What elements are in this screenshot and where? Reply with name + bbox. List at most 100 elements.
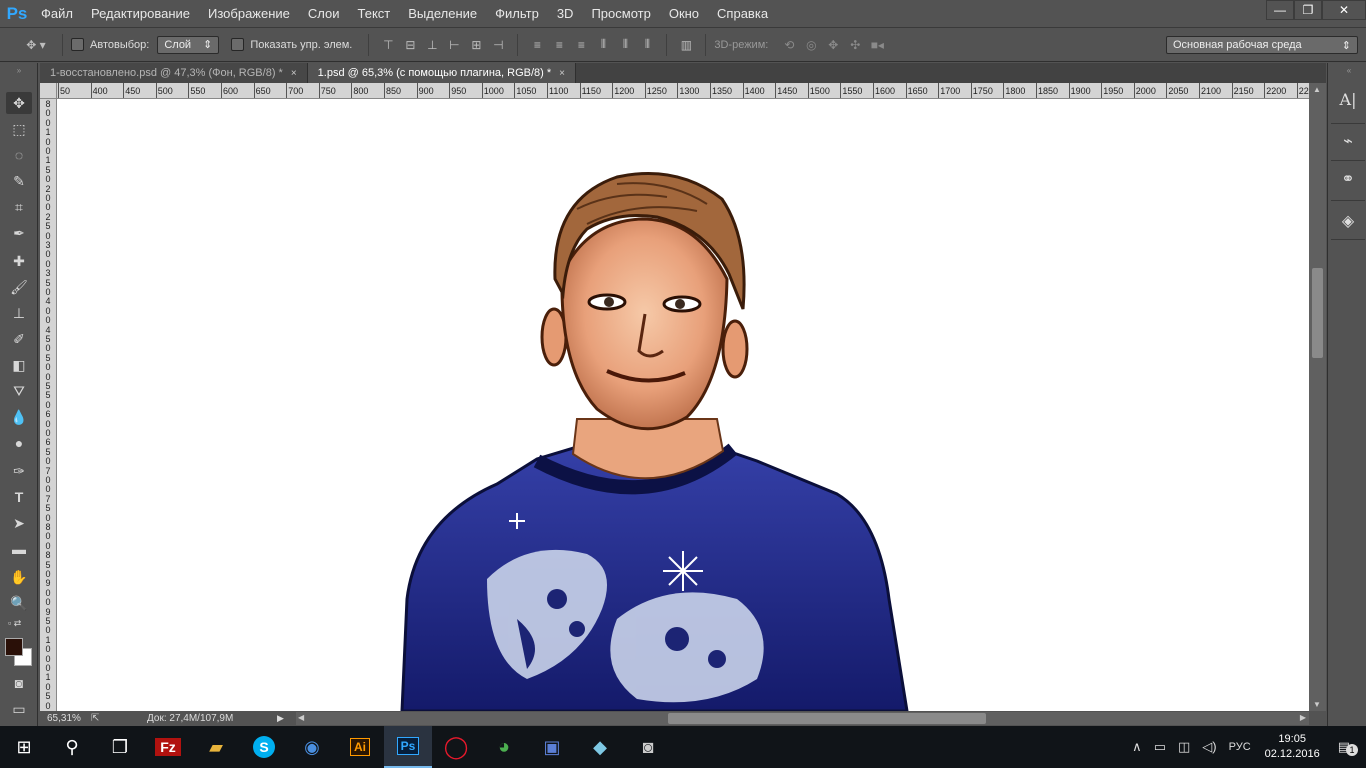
menu-window[interactable]: Окно — [660, 0, 708, 28]
network-icon[interactable]: ◫ — [1178, 739, 1190, 755]
close-tab-icon[interactable]: × — [291, 68, 297, 79]
chrome-icon[interactable]: ◕ — [480, 726, 528, 768]
illustrator-icon[interactable]: Ai — [336, 726, 384, 768]
healing-tool-icon[interactable]: ✚ — [6, 250, 32, 272]
expand-panels-icon[interactable]: « — [1336, 66, 1362, 75]
firefox-icon[interactable]: ◉ — [288, 726, 336, 768]
menu-help[interactable]: Справка — [708, 0, 777, 28]
show-transform-checkbox[interactable] — [231, 38, 245, 51]
channels-panel-icon[interactable]: ⚭ — [1334, 165, 1362, 193]
menu-filter[interactable]: Фильтр — [486, 0, 548, 28]
layers-panel-icon[interactable]: ◈ — [1334, 207, 1362, 235]
crop-tool-icon[interactable]: ⌗ — [6, 196, 32, 218]
bucket-tool-icon[interactable]: ⛛ — [6, 380, 32, 402]
menu-view[interactable]: Просмотр — [582, 0, 659, 28]
quick-select-tool-icon[interactable]: ✎ — [6, 170, 32, 192]
align-bottom-icon[interactable]: ⊥ — [421, 35, 443, 55]
notifications-icon[interactable]: ▤ 1 — [1338, 739, 1358, 756]
align-right-icon[interactable]: ⊣ — [487, 35, 509, 55]
volume-icon[interactable]: ◁) — [1202, 739, 1216, 755]
collapse-icon[interactable]: » — [6, 66, 32, 75]
eyedropper-tool-icon[interactable]: ✒ — [6, 222, 32, 244]
horizontal-ruler[interactable]: 50 400 450 500 550 600 650 700 750 800 850 900 950 10… — [57, 83, 1311, 99]
paths-panel-icon[interactable]: ⌁ — [1334, 127, 1362, 155]
vertical-scrollbar[interactable]: ▲ ▼ — [1309, 83, 1326, 711]
search-icon[interactable]: ⚲ — [48, 726, 96, 768]
auto-align-icon[interactable]: ▥ — [675, 35, 697, 55]
language-indicator[interactable]: РУС — [1229, 741, 1251, 753]
rotate-3d-icon[interactable]: ⟲ — [778, 35, 800, 55]
document-canvas[interactable] — [57, 99, 1309, 711]
scroll-right-icon[interactable]: ▶ — [1300, 713, 1306, 722]
save-disk-icon[interactable]: ▣ — [528, 726, 576, 768]
eraser-tool-icon[interactable]: ◧ — [6, 354, 32, 376]
align-hcenter-icon[interactable]: ⊞ — [465, 35, 487, 55]
distribute-left-icon[interactable]: ⫴ — [592, 35, 614, 55]
dodge-tool-icon[interactable]: ● — [6, 432, 32, 454]
blur-tool-icon[interactable]: 💧 — [6, 406, 32, 428]
slide-3d-icon[interactable]: ✣ — [844, 35, 866, 55]
minimize-button[interactable]: — — [1266, 0, 1294, 20]
export-icon[interactable]: ⇱ — [91, 713, 147, 724]
menu-image[interactable]: Изображение — [199, 0, 299, 28]
status-menu-arrow-icon[interactable]: ▶ — [277, 713, 284, 724]
clock[interactable]: 19:05 02.12.2016 — [1265, 732, 1320, 762]
close-button[interactable]: ✕ — [1322, 0, 1366, 20]
horizontal-scrollbar[interactable]: ◀ ▶ — [296, 712, 1309, 725]
scale-3d-icon[interactable]: ■◂ — [866, 35, 888, 55]
horizontal-scroll-thumb[interactable] — [668, 713, 986, 724]
photoshop-taskbar-icon[interactable]: Ps — [384, 726, 432, 768]
distribute-hcenter-icon[interactable]: ⫴ — [614, 35, 636, 55]
align-vcenter-icon[interactable]: ⊟ — [399, 35, 421, 55]
battery-icon[interactable]: ▭ — [1154, 739, 1166, 755]
task-view-icon[interactable]: ❐ — [96, 726, 144, 768]
file-explorer-icon[interactable]: ▰ — [192, 726, 240, 768]
workspace-dropdown[interactable]: Основная рабочая среда ⇕ — [1166, 36, 1358, 54]
character-panel-icon[interactable]: A| — [1334, 85, 1362, 113]
vertical-ruler[interactable]: 8001001502002503003504004505005506006507… — [40, 99, 57, 711]
notes-app-icon[interactable]: ◆ — [576, 726, 624, 768]
lasso-tool-icon[interactable]: ◌ — [6, 144, 32, 166]
distribute-right-icon[interactable]: ⫴ — [636, 35, 658, 55]
hand-tool-icon[interactable]: ✋ — [6, 566, 32, 588]
rectangle-tool-icon[interactable]: ▬ — [6, 538, 32, 560]
close-tab-icon[interactable]: × — [559, 68, 565, 79]
brush-tool-icon[interactable]: 🖌 — [6, 276, 32, 298]
move-tool-icon[interactable]: ✥ — [6, 92, 32, 114]
vertical-scroll-thumb[interactable] — [1312, 268, 1323, 358]
autoselect-dropdown[interactable]: Слой ⇕ — [157, 35, 220, 54]
tab-document-1[interactable]: 1-восстановлено.psd @ 47,3% (Фон, RGB/8)… — [40, 63, 308, 83]
menu-layers[interactable]: Слои — [299, 0, 349, 28]
align-left-icon[interactable]: ⊢ — [443, 35, 465, 55]
foreground-color-swatch[interactable] — [5, 638, 23, 656]
menu-edit[interactable]: Редактирование — [82, 0, 199, 28]
scroll-up-icon[interactable]: ▲ — [1313, 85, 1321, 94]
ruler-origin[interactable] — [40, 83, 57, 99]
quick-mask-icon[interactable]: ◙ — [6, 672, 32, 694]
align-top-icon[interactable]: ⊤ — [377, 35, 399, 55]
history-brush-icon[interactable]: ✐ — [6, 328, 32, 350]
swap-colors-icon[interactable]: ▫ ⇄ — [6, 617, 32, 629]
scroll-down-icon[interactable]: ▼ — [1313, 700, 1321, 709]
scroll-left-icon[interactable]: ◀ — [298, 713, 304, 722]
menu-type[interactable]: Текст — [349, 0, 400, 28]
zoom-level[interactable]: 65,31% — [47, 713, 87, 724]
restore-button[interactable]: ❐ — [1294, 0, 1322, 20]
skype-icon[interactable]: S — [240, 726, 288, 768]
move-tool-preset-icon[interactable]: ✥ ▾ — [18, 35, 54, 55]
autoselect-checkbox[interactable] — [71, 38, 84, 51]
camera-app-icon[interactable]: ◙ — [624, 726, 672, 768]
distribute-top-icon[interactable]: ≡ — [526, 35, 548, 55]
chevron-up-icon[interactable]: ∧ — [1132, 739, 1142, 755]
menu-file[interactable]: Файл — [32, 0, 82, 28]
marquee-tool-icon[interactable]: ⬚ — [6, 118, 32, 140]
roll-3d-icon[interactable]: ◎ — [800, 35, 822, 55]
pen-tool-icon[interactable]: ✑ — [6, 460, 32, 482]
filezilla-icon[interactable]: Fz — [144, 726, 192, 768]
screen-mode-icon[interactable]: ▭ — [6, 698, 32, 720]
menu-3d[interactable]: 3D — [548, 0, 583, 28]
path-select-icon[interactable]: ➤ — [6, 512, 32, 534]
type-tool-icon[interactable]: T — [6, 486, 32, 508]
distribute-vcenter-icon[interactable]: ≡ — [548, 35, 570, 55]
menu-select[interactable]: Выделение — [399, 0, 486, 28]
